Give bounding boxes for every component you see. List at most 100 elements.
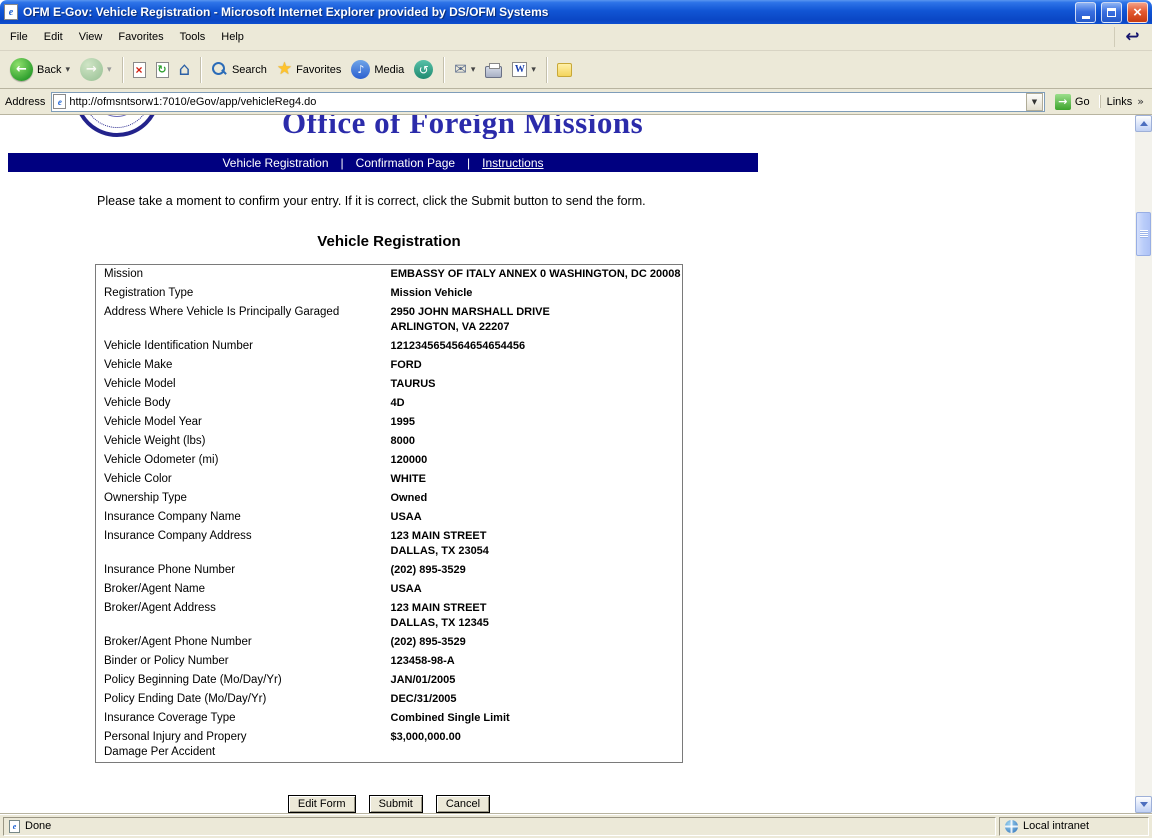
print-button[interactable] — [481, 59, 506, 81]
minimize-button[interactable] — [1075, 2, 1096, 23]
scrollbar-track[interactable] — [1135, 132, 1152, 796]
go-button[interactable]: → Go — [1051, 93, 1094, 111]
toolbar-separator — [200, 57, 201, 83]
table-row: Broker/Agent Address 123 MAIN STREET DAL… — [96, 599, 683, 633]
media-button[interactable]: ♪ Media — [347, 57, 408, 82]
menu-edit[interactable]: Edit — [36, 26, 71, 48]
word-dropdown-icon[interactable]: ▾ — [531, 65, 536, 75]
great-seal-logo — [74, 115, 160, 137]
address-dropdown-button[interactable]: ▼ — [1026, 93, 1043, 111]
address-input[interactable] — [69, 94, 1023, 110]
scroll-up-icon — [1140, 121, 1148, 126]
table-row: Vehicle Odometer (mi) 120000 — [96, 451, 683, 470]
scroll-up-button[interactable] — [1135, 115, 1152, 132]
stop-x-glyph: × — [136, 64, 143, 76]
field-value: 123 MAIN STREET DALLAS, TX 23054 — [391, 527, 683, 561]
nav-instructions-link[interactable]: Instructions — [482, 156, 543, 170]
field-label: Broker/Agent Phone Number — [96, 633, 391, 652]
field-label: Vehicle Make — [96, 356, 391, 375]
refresh-button[interactable]: ↻ — [152, 59, 173, 81]
maximize-icon — [1107, 8, 1116, 17]
media-label: Media — [374, 64, 404, 76]
status-message: Done — [25, 820, 51, 832]
field-value: 123458-98-A — [391, 652, 683, 671]
intranet-globe-icon — [1005, 820, 1018, 833]
address-label: Address — [5, 96, 45, 108]
field-label: Registration Type — [96, 284, 391, 303]
toolbar: ← Back ▾ → ▾ × ↻ ⌂ Search ★ Favorites ♪ … — [0, 51, 1152, 89]
table-row: Insurance Coverage Type Combined Single … — [96, 709, 683, 728]
edit-word-button[interactable]: W ▾ — [508, 59, 540, 80]
discuss-button[interactable] — [553, 60, 576, 80]
table-row: Policy Beginning Date (Mo/Day/Yr) JAN/01… — [96, 671, 683, 690]
field-value: 2950 JOHN MARSHALL DRIVE ARLINGTON, VA 2… — [391, 303, 683, 337]
search-label: Search — [232, 64, 267, 76]
field-label: Vehicle Weight (lbs) — [96, 432, 391, 451]
scrollbar-thumb[interactable] — [1136, 212, 1151, 256]
links-bar[interactable]: Links » — [1100, 95, 1147, 108]
field-value: JAN/01/2005 — [391, 671, 683, 690]
nav-separator: | — [467, 156, 470, 170]
close-button[interactable]: × — [1127, 2, 1148, 23]
history-button[interactable]: ↺ — [410, 57, 437, 82]
nav-confirmation-page: Confirmation Page — [356, 156, 455, 170]
field-label: Policy Ending Date (Mo/Day/Yr) — [96, 690, 391, 709]
table-row: Vehicle Color WHITE — [96, 470, 683, 489]
field-label: Vehicle Model — [96, 375, 391, 394]
confirmation-table: Mission EMBASSY OF ITALY ANNEX 0 WASHING… — [95, 264, 683, 763]
field-label: Insurance Coverage Type — [96, 709, 391, 728]
nav-separator: | — [341, 156, 344, 170]
menu-view[interactable]: View — [71, 26, 111, 48]
menu-file[interactable]: File — [2, 26, 36, 48]
form-actions: Edit Form Submit Cancel — [95, 795, 683, 813]
maximize-button[interactable] — [1101, 2, 1122, 23]
table-row: Mission EMBASSY OF ITALY ANNEX 0 WASHING… — [96, 265, 683, 285]
table-row: Vehicle Weight (lbs) 8000 — [96, 432, 683, 451]
mail-button[interactable]: ✉ ▾ — [450, 59, 479, 80]
cancel-button[interactable]: Cancel — [436, 795, 490, 813]
field-label: Vehicle Body — [96, 394, 391, 413]
toolbar-separator — [443, 57, 444, 83]
field-label: Vehicle Identification Number — [96, 337, 391, 356]
ie-document-icon[interactable]: e — [4, 4, 18, 20]
vertical-scrollbar[interactable] — [1135, 115, 1152, 813]
back-label: Back — [37, 64, 61, 76]
menu-help[interactable]: Help — [213, 26, 252, 48]
forward-button[interactable]: → ▾ — [76, 55, 116, 84]
menu-tools[interactable]: Tools — [172, 26, 214, 48]
discuss-icon — [557, 63, 572, 77]
edit-form-button[interactable]: Edit Form — [288, 795, 356, 813]
menu-favorites[interactable]: Favorites — [110, 26, 171, 48]
stop-icon: × — [133, 62, 146, 78]
field-value: DEC/31/2005 — [391, 690, 683, 709]
favorites-button[interactable]: ★ Favorites — [273, 58, 346, 81]
field-label: Insurance Company Address — [96, 527, 391, 561]
search-button[interactable]: Search — [207, 58, 271, 81]
back-dropdown-icon[interactable]: ▾ — [65, 65, 70, 75]
favorites-star-icon: ★ — [277, 61, 292, 78]
field-value: (202) 895-3529 — [391, 633, 683, 652]
field-value: 123 MAIN STREET DALLAS, TX 12345 — [391, 599, 683, 633]
table-row: Personal Injury and Propery Damage Per A… — [96, 728, 683, 763]
page-title: Vehicle Registration — [95, 233, 683, 250]
page: Office of Foreign Missions Vehicle Regis… — [0, 115, 1135, 813]
home-button[interactable]: ⌂ — [175, 58, 194, 82]
submit-button[interactable]: Submit — [369, 795, 423, 813]
field-value: FORD — [391, 356, 683, 375]
scroll-down-button[interactable] — [1135, 796, 1152, 813]
field-label: Broker/Agent Name — [96, 580, 391, 599]
back-button[interactable]: ← Back ▾ — [6, 55, 74, 84]
stop-button[interactable]: × — [129, 59, 150, 81]
field-label: Broker/Agent Address — [96, 599, 391, 633]
field-value: $3,000,000.00 — [391, 728, 683, 763]
page-icon: e — [53, 94, 66, 109]
mail-dropdown-icon[interactable]: ▾ — [471, 65, 476, 75]
field-value: EMBASSY OF ITALY ANNEX 0 WASHINGTON, DC … — [391, 265, 683, 285]
ie-e-glyph: e — [9, 7, 13, 18]
table-row: Address Where Vehicle Is Principally Gar… — [96, 303, 683, 337]
window-title: OFM E-Gov: Vehicle Registration - Micros… — [23, 5, 1070, 19]
table-row: Registration Type Mission Vehicle — [96, 284, 683, 303]
forward-icon: → — [80, 58, 103, 81]
intro-text: Please take a moment to confirm your ent… — [97, 194, 1135, 208]
field-label: Vehicle Odometer (mi) — [96, 451, 391, 470]
